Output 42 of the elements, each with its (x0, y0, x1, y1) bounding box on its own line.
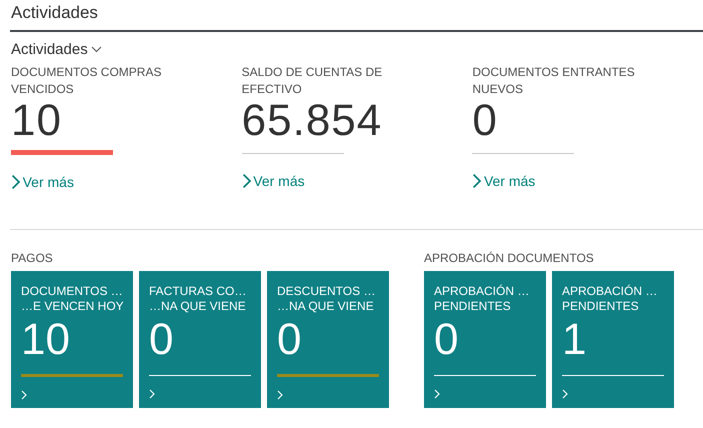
cue-value[interactable]: 0 (472, 98, 703, 144)
stat-tile[interactable]: DOCUMENTOS … …E VENCEN HOY 10 (11, 271, 133, 408)
tile-value: 0 (277, 318, 302, 362)
see-more-link[interactable]: Ver más (11, 174, 74, 190)
tile-value: 1 (562, 318, 588, 362)
chevron-icon (277, 390, 283, 400)
cue-label: SALDO DE CUENTAS DE EFECTIVO (242, 64, 384, 98)
tile-label: APROBACIÓN … (434, 284, 530, 299)
chevron-icon (11, 174, 21, 190)
cue-value[interactable]: 10 (11, 98, 242, 144)
chevron-icon (21, 390, 27, 400)
section-title: PAGOS (11, 251, 54, 267)
tile-label: PENDIENTES (562, 299, 640, 314)
tile-value: 0 (149, 318, 174, 362)
tile-label: DESCUENTOS … (277, 284, 376, 299)
chevron-icon (90, 46, 102, 53)
chevron-icon (562, 389, 568, 399)
chevron-icon (434, 389, 440, 399)
stat-tile[interactable]: APROBACIÓN … PENDIENTES 1 (552, 271, 674, 408)
chevron-icon (472, 173, 482, 189)
chevron-icon (149, 389, 155, 399)
cue-value[interactable]: 65.854 (242, 98, 472, 144)
cue-label: DOCUMENTOS ENTRANTES NUEVOS (472, 64, 636, 98)
tile-value: 10 (21, 318, 71, 362)
tile-value: 0 (434, 318, 460, 362)
cue-label: DOCUMENTOS COMPRAS VENCIDOS (11, 64, 162, 98)
stat-tile[interactable]: DESCUENTOS … …NA QUE VIENE 0 (267, 271, 389, 408)
tile-label: PENDIENTES (434, 299, 512, 314)
tile-label: …NA QUE VIENE (149, 299, 247, 314)
tile-label: DOCUMENTOS … (21, 284, 123, 299)
tile-label: APROBACIÓN … (562, 284, 658, 299)
group-toggle[interactable]: Actividades (11, 41, 102, 58)
stat-tile[interactable]: APROBACIÓN … PENDIENTES 0 (424, 271, 546, 408)
page-title: Actividades (11, 2, 99, 24)
stat-tile[interactable]: FACTURAS CO… …NA QUE VIENE 0 (139, 271, 261, 408)
tile-label: …E VENCEN HOY (21, 299, 123, 314)
tile-label: …NA QUE VIENE (277, 299, 375, 314)
tile-label: FACTURAS CO… (149, 284, 248, 299)
see-more-link[interactable]: Ver más (242, 173, 305, 189)
chevron-icon (242, 173, 252, 189)
see-more-link[interactable]: Ver más (472, 173, 536, 189)
section-title: APROBACIÓN DOCUMENTOS (424, 251, 595, 267)
